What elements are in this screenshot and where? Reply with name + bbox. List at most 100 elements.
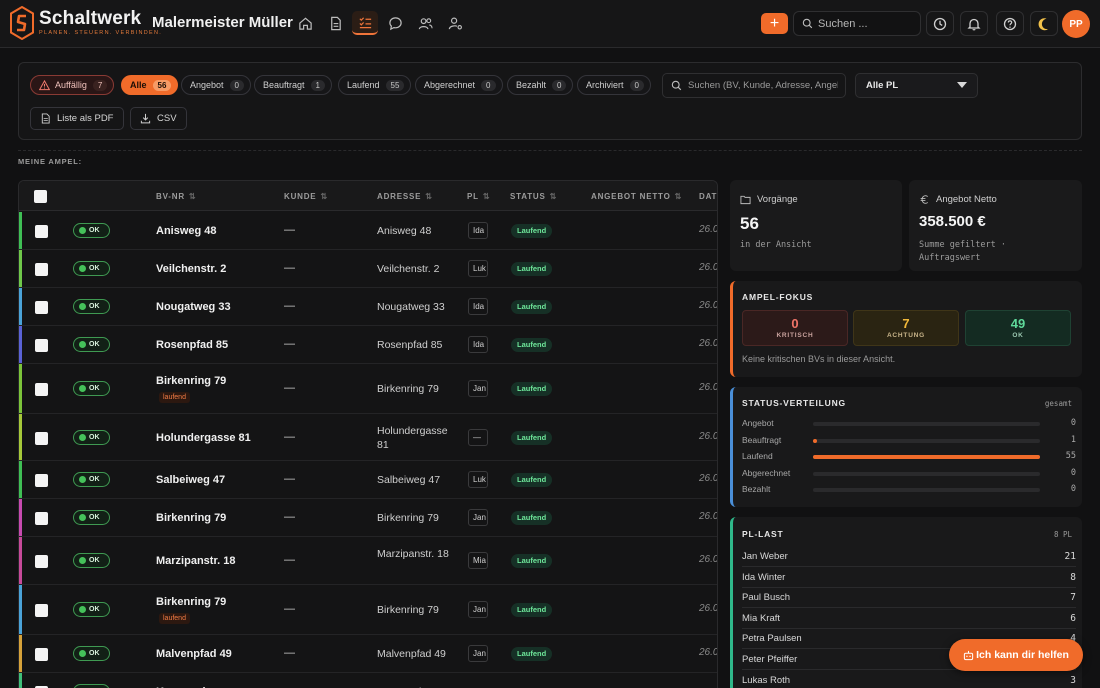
table-row[interactable]: OK Birkenring 79 — Birkenring 79 Jan Laufend 2…: [19, 499, 717, 537]
col-header-kunde[interactable]: KUNDE ⇅: [284, 192, 328, 201]
bv-number[interactable]: Birkenring 79laufend: [156, 373, 246, 405]
add-button[interactable]: +: [761, 13, 788, 34]
table-row[interactable]: OK Marzipanstr. 18 — Marzipanstr. 18 Mia Lauf…: [19, 537, 717, 585]
row-checkbox[interactable]: [35, 339, 48, 352]
row-checkbox[interactable]: [35, 225, 48, 238]
pl-cell[interactable]: Ida: [468, 298, 488, 315]
help-icon-button[interactable]: [996, 11, 1024, 36]
status-distribution-row: Bezahlt 0: [742, 484, 1076, 496]
ampel-badge: OK: [73, 299, 110, 314]
row-color-stripe: [19, 673, 22, 688]
col-header-adresse[interactable]: ADRESSE ⇅: [377, 192, 433, 201]
theme-toggle[interactable]: [1030, 11, 1058, 36]
bv-number[interactable]: Malvenpfad 49: [156, 646, 232, 662]
kritisch-count: 0: [791, 316, 799, 331]
filter-chip-alle[interactable]: Alle 56: [121, 75, 179, 95]
table-row[interactable]: OK Anisweg 48 — Anisweg 48 Ida Laufend 26.0: [19, 212, 717, 250]
table-row[interactable]: OK Veilchenstr. 2 — Veilchenstr. 2 Luk Laufen…: [19, 250, 717, 288]
bv-number[interactable]: Anisweg 48: [156, 223, 217, 239]
ampel-kritisch[interactable]: 0 KRITISCH: [742, 310, 848, 346]
col-header-bvnr[interactable]: BV-NR ⇅: [156, 192, 196, 201]
nav-home[interactable]: [292, 11, 318, 35]
status-badge: Laufend: [511, 511, 553, 525]
bv-number[interactable]: Kuemmelgasse: [156, 684, 237, 688]
pl-cell[interactable]: —: [468, 428, 488, 446]
filter-chip-bezahlt[interactable]: Bezahlt 0: [507, 75, 574, 95]
filter-chip-abgerechnet[interactable]: Abgerechnet 0: [415, 75, 503, 95]
row-color-stripe: [19, 250, 22, 287]
bv-number[interactable]: Holundergasse 81: [156, 430, 251, 446]
pl-cell[interactable]: Luk: [468, 471, 488, 488]
row-checkbox[interactable]: [35, 555, 48, 568]
table-row[interactable]: OK Birkenring 79laufend — Birkenring 79 Jan L…: [19, 364, 717, 414]
bv-number[interactable]: Veilchenstr. 2: [156, 261, 226, 277]
export-csv-button[interactable]: CSV: [130, 107, 187, 130]
bv-number[interactable]: Birkenring 79: [156, 510, 226, 526]
pl-cell[interactable]: Jan: [468, 509, 488, 526]
pl-cell[interactable]: Mia: [468, 552, 488, 569]
nav-tasks[interactable]: [352, 11, 378, 35]
list-search-input[interactable]: [688, 80, 838, 91]
pl-load-row[interactable]: Jan Weber 21: [742, 547, 1076, 567]
row-checkbox[interactable]: [35, 383, 48, 396]
brand-logo[interactable]: Schaltwerk PLANEN. STEUERN. VERBINDEN.: [10, 6, 162, 40]
bv-number[interactable]: Nougatweg 33: [156, 299, 231, 315]
notifications-button[interactable]: [960, 11, 988, 36]
global-search-input[interactable]: [818, 17, 914, 30]
pl-cell[interactable]: Jan: [468, 601, 488, 618]
row-checkbox[interactable]: [35, 604, 48, 617]
bv-number[interactable]: Marzipanstr. 18: [156, 553, 235, 569]
nav-documents[interactable]: [322, 11, 348, 35]
user-avatar[interactable]: PP: [1062, 10, 1090, 38]
list-search[interactable]: [662, 73, 846, 98]
pl-cell[interactable]: Luk: [468, 260, 488, 277]
history-button[interactable]: [926, 11, 954, 36]
row-checkbox[interactable]: [35, 474, 48, 487]
filter-chip-angebot[interactable]: Angebot 0: [181, 75, 251, 95]
row-checkbox[interactable]: [35, 431, 48, 445]
filter-chip-archiviert[interactable]: Archiviert 0: [577, 75, 651, 95]
col-header-status[interactable]: STATUS ⇅: [510, 192, 557, 201]
pl-select[interactable]: Alle PL: [855, 73, 978, 98]
euro-icon: [920, 195, 929, 204]
nav-chat[interactable]: [382, 11, 408, 35]
pl-cell[interactable]: Ida: [468, 222, 488, 239]
bv-number[interactable]: Rosenpfad 85: [156, 337, 228, 353]
export-pdf-button[interactable]: Liste als PDF: [30, 107, 124, 130]
nav-user-settings[interactable]: [442, 11, 468, 35]
datum-cell: 26.0: [699, 647, 718, 658]
global-search[interactable]: [793, 11, 921, 36]
row-checkbox[interactable]: [35, 512, 48, 525]
row-checkbox[interactable]: [35, 648, 48, 661]
filter-chip-beauftragt[interactable]: Beauftragt 1: [254, 75, 332, 95]
pl-cell[interactable]: Jan: [468, 645, 488, 662]
pl-load-row[interactable]: Mia Kraft 6: [742, 609, 1076, 629]
table-row[interactable]: OK Birkenring 79laufend — Birkenring 79 Jan L…: [19, 585, 717, 635]
assistant-help-button[interactable]: Ich kann dir helfen: [949, 639, 1083, 671]
table-row[interactable]: OK Nougatweg 33 — Nougatweg 33 Ida Laufend 26.…: [19, 288, 717, 326]
table-row[interactable]: OK Malvenpfad 49 — Malvenpfad 49 Jan Laufend 2…: [19, 635, 718, 673]
table-row[interactable]: OKKuemmelgasse—Kuemmelgasse: [19, 673, 717, 688]
col-header-pl[interactable]: PL ⇅: [467, 192, 490, 201]
ampel-ok[interactable]: 49 OK: [965, 310, 1071, 346]
pl-load-row[interactable]: Lukas Roth 3: [742, 671, 1076, 688]
pl-cell[interactable]: Ida: [468, 336, 488, 353]
select-all-checkbox[interactable]: [34, 190, 47, 203]
table-row[interactable]: OK Rosenpfad 85 — Rosenpfad 85 Ida Laufend 26.…: [19, 326, 717, 364]
pl-load-row[interactable]: Ida Winter 8: [742, 568, 1076, 588]
filter-chip-laufend[interactable]: Laufend 55: [338, 75, 412, 95]
pl-load-row[interactable]: Paul Busch 7: [742, 588, 1076, 609]
filter-chip-auffaellig[interactable]: Auffällig 7: [30, 75, 115, 95]
bv-number[interactable]: Birkenring 79laufend: [156, 594, 246, 626]
pl-cell[interactable]: Jan: [468, 380, 488, 397]
table-row[interactable]: OK Holundergasse 81 — Holundergasse 81 — Lauf…: [19, 414, 717, 461]
bv-number[interactable]: Salbeiweg 47: [156, 472, 225, 488]
row-checkbox[interactable]: [35, 301, 48, 314]
ampel-achtung[interactable]: 7 ACHTUNG: [853, 310, 959, 346]
col-header-angebot[interactable]: ANGEBOT NETTO ⇅: [591, 192, 682, 201]
clock-icon: [933, 17, 947, 30]
table-row[interactable]: OK Salbeiweg 47 — Salbeiweg 47 Luk Laufend 26.…: [19, 461, 717, 499]
row-checkbox[interactable]: [35, 263, 48, 276]
col-header-datum[interactable]: DATUM: [699, 192, 717, 201]
nav-users[interactable]: [412, 11, 438, 35]
